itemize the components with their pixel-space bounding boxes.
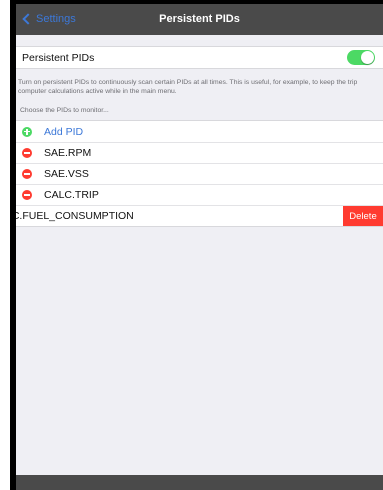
delete-button[interactable]: Delete <box>343 206 383 226</box>
screen: Settings Persistent PIDs Persistent PIDs… <box>16 4 383 490</box>
persistent-pids-description: Turn on persistent PIDs to continuously … <box>18 79 358 95</box>
page-title: Persistent PIDs <box>159 13 240 25</box>
device-frame: Settings Persistent PIDs Persistent PIDs… <box>10 0 383 490</box>
swiped-list-item[interactable]: _C.FUEL_CONSUMPTION Delete <box>16 205 383 226</box>
toggle-group: Persistent PIDs <box>16 46 383 69</box>
bottom-toolbar <box>16 475 383 490</box>
toggle-knob <box>361 51 374 64</box>
pid-label: SAE.VSS <box>44 168 89 180</box>
navigation-bar: Settings Persistent PIDs <box>16 4 383 35</box>
pid-section-header: Choose the PIDs to monitor... <box>20 107 109 114</box>
remove-circle-icon[interactable] <box>22 190 32 200</box>
add-pid-label[interactable]: Add PID <box>44 126 83 138</box>
add-pid-row[interactable]: Add PID <box>16 121 383 142</box>
remove-circle-icon[interactable] <box>22 148 32 158</box>
pid-list: Add PID SAE.RPM SAE.VSS CALC.TRIP _C.FUE… <box>16 120 383 227</box>
pid-label: CALC.TRIP <box>44 189 99 201</box>
list-item[interactable]: CALC.TRIP <box>16 184 383 205</box>
list-item[interactable]: SAE.VSS <box>16 163 383 184</box>
pid-label: SAE.RPM <box>44 147 92 159</box>
add-circle-icon[interactable] <box>22 126 32 137</box>
persistent-pids-toggle[interactable] <box>347 50 375 65</box>
list-item[interactable]: SAE.RPM <box>16 142 383 163</box>
persistent-pids-label: Persistent PIDs <box>22 51 95 64</box>
persistent-pids-row: Persistent PIDs <box>16 47 383 68</box>
remove-circle-icon[interactable] <box>22 169 32 179</box>
pid-label: _C.FUEL_CONSUMPTION <box>16 210 134 222</box>
